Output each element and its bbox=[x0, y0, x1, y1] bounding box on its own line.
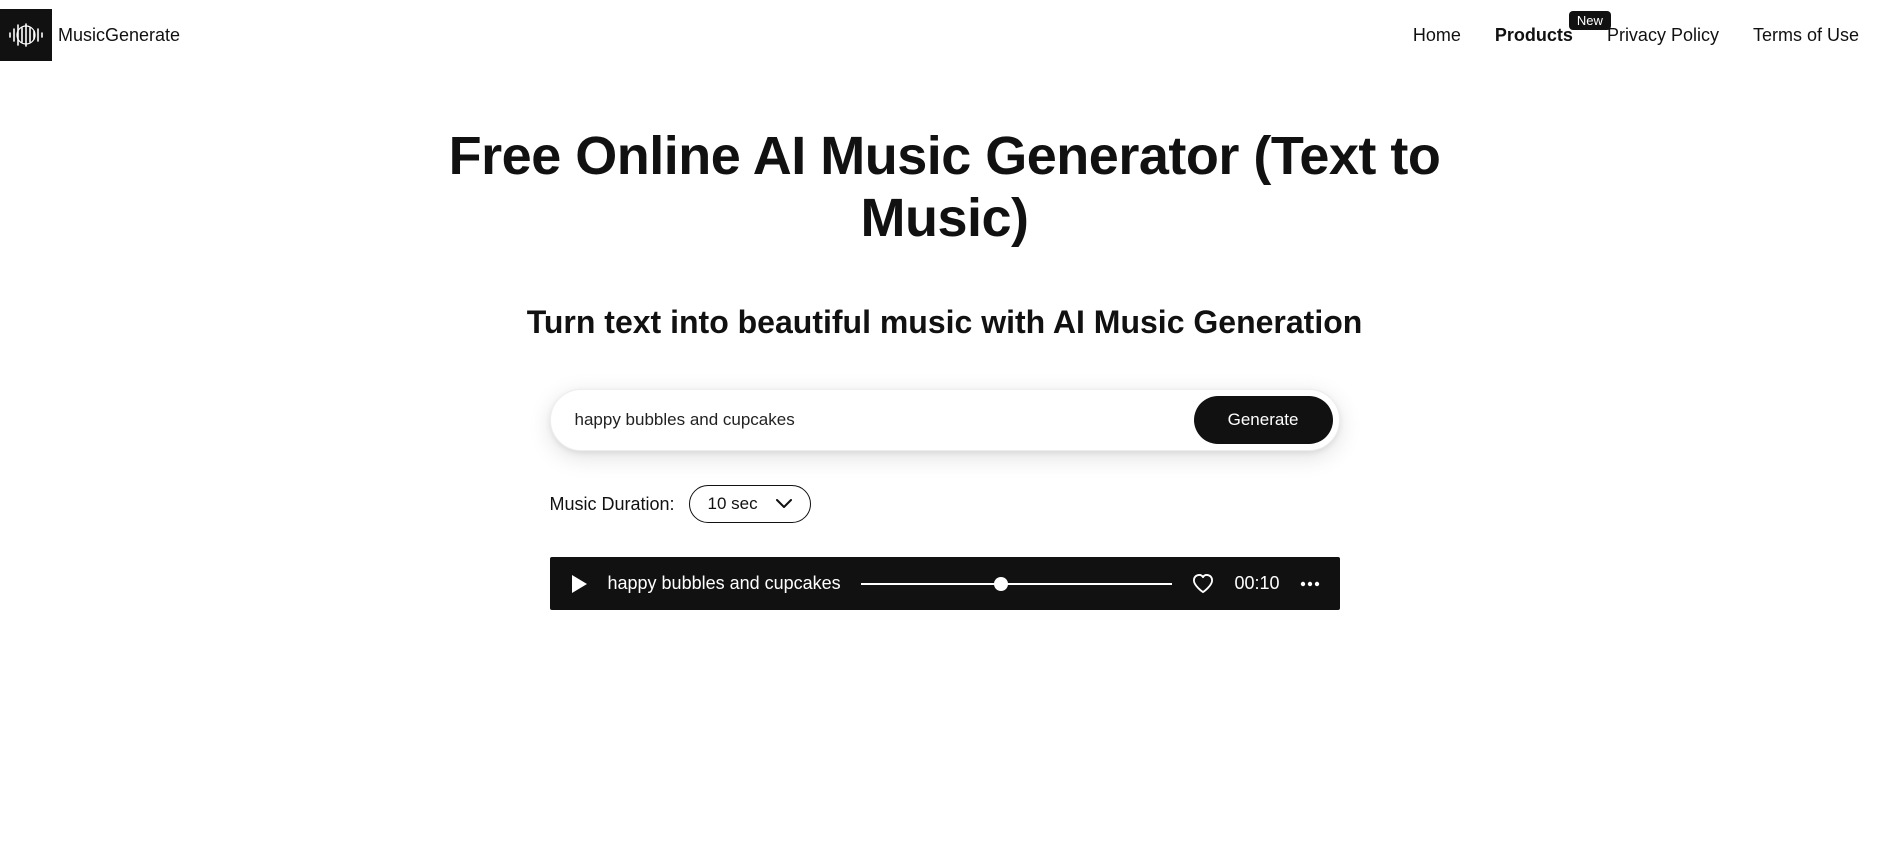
nav-home[interactable]: Home bbox=[1413, 25, 1461, 46]
brand-name: MusicGenerate bbox=[58, 25, 180, 46]
nav-products[interactable]: Products New bbox=[1495, 25, 1573, 46]
header: MusicGenerate Home Products New Privacy … bbox=[0, 0, 1889, 70]
duration-row: Music Duration: 10 sec bbox=[550, 485, 1340, 523]
main-nav: Home Products New Privacy Policy Terms o… bbox=[1413, 25, 1859, 46]
generate-button[interactable]: Generate bbox=[1194, 396, 1333, 444]
progress-track bbox=[861, 583, 1173, 585]
duration-label: Music Duration: bbox=[550, 494, 675, 515]
progress-slider[interactable] bbox=[861, 574, 1173, 594]
new-badge: New bbox=[1569, 11, 1611, 30]
audio-player: happy bubbles and cupcakes 00:10 bbox=[550, 557, 1340, 610]
more-button[interactable] bbox=[1300, 581, 1320, 587]
duration-value: 10 sec bbox=[708, 494, 758, 514]
nav-products-label: Products bbox=[1495, 25, 1573, 45]
track-name: happy bubbles and cupcakes bbox=[608, 573, 841, 594]
nav-privacy[interactable]: Privacy Policy bbox=[1607, 25, 1719, 46]
page-subtitle: Turn text into beautiful music with AI M… bbox=[440, 304, 1450, 341]
progress-thumb bbox=[994, 577, 1008, 591]
favorite-button[interactable] bbox=[1192, 574, 1214, 594]
nav-terms[interactable]: Terms of Use bbox=[1753, 25, 1859, 46]
track-time: 00:10 bbox=[1234, 573, 1279, 594]
prompt-row: Generate bbox=[550, 389, 1340, 451]
duration-select[interactable]: 10 sec bbox=[689, 485, 811, 523]
main-content: Free Online AI Music Generator (Text to … bbox=[420, 125, 1470, 610]
chevron-down-icon bbox=[776, 499, 792, 509]
brand[interactable]: MusicGenerate bbox=[0, 9, 180, 61]
prompt-input[interactable] bbox=[575, 400, 1194, 440]
page-title: Free Online AI Music Generator (Text to … bbox=[440, 125, 1450, 249]
logo-icon bbox=[0, 9, 52, 61]
play-button[interactable] bbox=[570, 574, 588, 594]
